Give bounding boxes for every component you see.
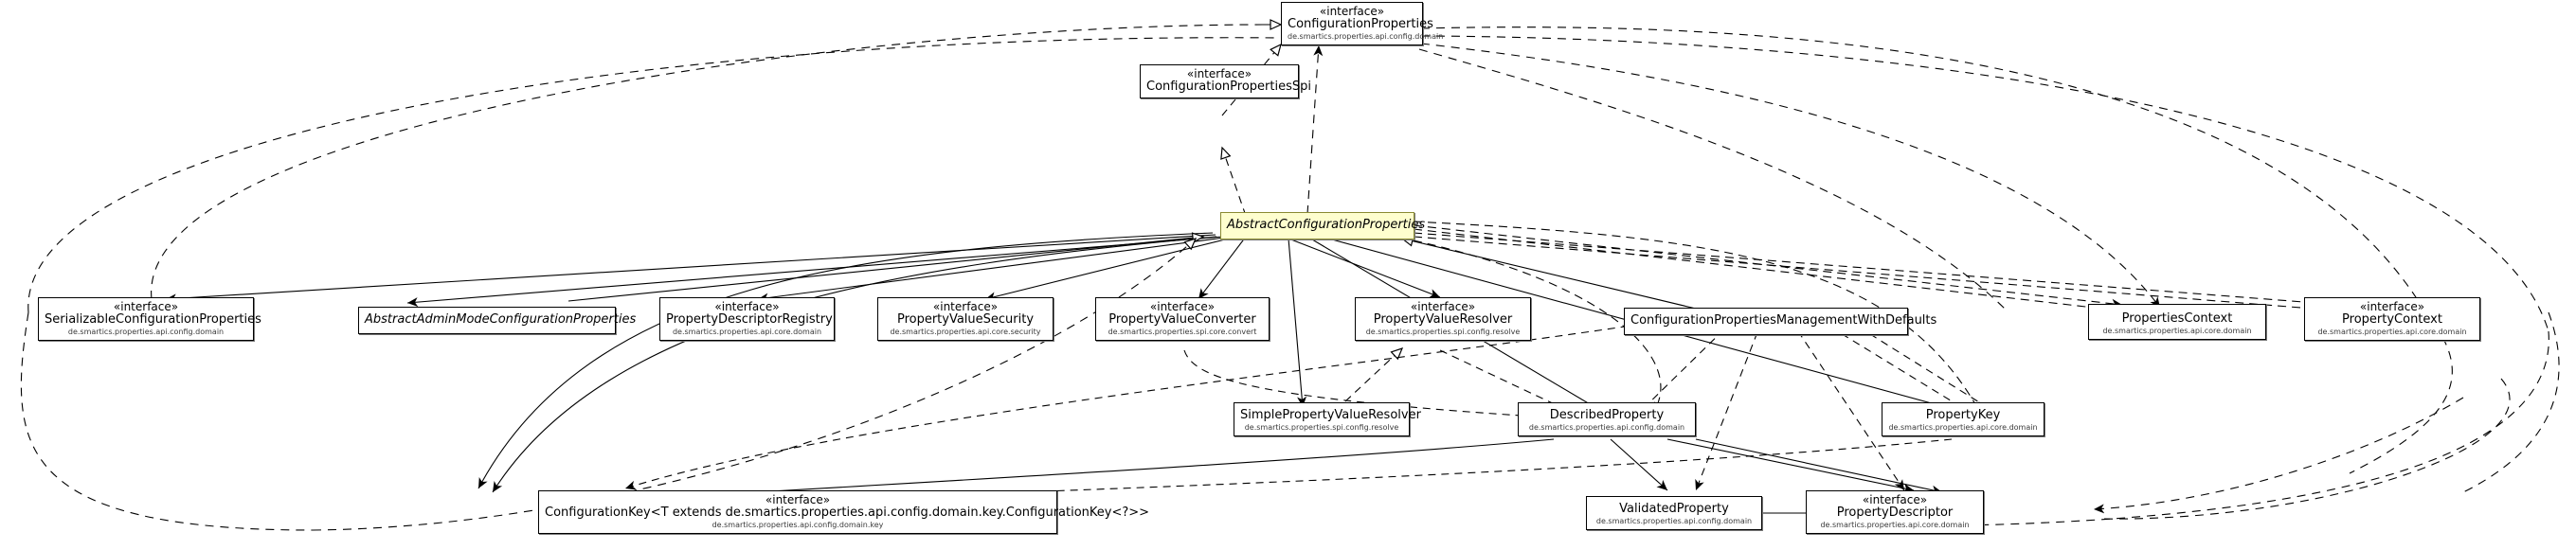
node-name: PropertyValueConverter <box>1108 312 1256 328</box>
node-property-descriptor-registry[interactable]: «interface» PropertyDescriptorRegistry d… <box>659 297 835 341</box>
node-described-property[interactable]: DescribedProperty de.smartics.properties… <box>1518 402 1696 436</box>
node-stereotype: «interface» <box>2359 300 2425 313</box>
node-package: de.smartics.properties.api.core.domain <box>2317 327 2467 336</box>
node-package: de.smartics.properties.api.core.domain <box>2102 326 2252 335</box>
node-configuration-properties[interactable]: «interface» ConfigurationProperties de.s… <box>1281 2 1444 45</box>
node-name: ConfigurationProperties <box>1288 17 1433 32</box>
node-name: SerializableConfigurationProperties <box>45 312 261 328</box>
node-configuration-properties-spi[interactable]: «interface» ConfigurationPropertiesSpi <box>1140 64 1311 98</box>
node-stereotype: «interface» <box>1186 67 1252 80</box>
node-name: PropertyContext <box>2342 312 2442 328</box>
node-simple-property-value-resolver[interactable]: SimplePropertyValueResolver de.smartics.… <box>1234 402 1421 436</box>
node-name: PropertiesContext <box>2121 311 2233 326</box>
node-stereotype: «interface» <box>932 300 999 313</box>
node-validated-property[interactable]: ValidatedProperty de.smartics.properties… <box>1586 496 1762 530</box>
node-stereotype: «interface» <box>113 300 179 313</box>
uml-class-diagram: «interface» ConfigurationProperties de.s… <box>0 0 2576 550</box>
node-stereotype: «interface» <box>714 300 780 313</box>
node-package: de.smartics.properties.spi.config.resolv… <box>1244 422 1399 432</box>
node-serializable-configuration-properties[interactable]: «interface» SerializableConfigurationPro… <box>38 297 261 341</box>
node-name: ConfigurationPropertiesManagementWithDef… <box>1630 313 1937 328</box>
node-package: de.smartics.properties.spi.config.resolv… <box>1365 327 1521 336</box>
node-name: PropertyValueSecurity <box>896 312 1035 328</box>
node-stereotype: «interface» <box>765 493 831 506</box>
node-property-value-converter[interactable]: «interface» PropertyValueConverter de.sm… <box>1095 297 1270 341</box>
node-property-key[interactable]: PropertyKey de.smartics.properties.api.c… <box>1882 402 2045 436</box>
node-abstract-configuration-properties[interactable]: AbstractConfigurationProperties <box>1220 212 1426 240</box>
node-package: de.smartics.properties.api.core.security <box>890 327 1041 336</box>
node-package: de.smartics.properties.api.config.domain <box>1595 516 1753 525</box>
node-properties-context[interactable]: PropertiesContext de.smartics.properties… <box>2088 304 2266 340</box>
node-property-descriptor[interactable]: «interface» PropertyDescriptor de.smarti… <box>1806 490 1984 534</box>
node-stereotype: «interface» <box>1410 300 1476 313</box>
node-name: ValidatedProperty <box>1619 502 1729 516</box>
node-stereotype: «interface» <box>1862 493 1928 506</box>
node-stereotype: «interface» <box>1149 300 1216 313</box>
node-configuration-key[interactable]: «interface» ConfigurationKey<T extends d… <box>538 490 1150 534</box>
node-name: ConfigurationPropertiesSpi <box>1146 80 1311 95</box>
node-name: SimplePropertyValueResolver <box>1240 408 1421 422</box>
edge-group-realization <box>20 19 2549 531</box>
node-configuration-properties-management-with-defaults[interactable]: ConfigurationPropertiesManagementWithDef… <box>1624 308 1937 335</box>
node-package: de.smartics.properties.api.core.domain <box>1888 422 2038 432</box>
node-property-context[interactable]: «interface» PropertyContext de.smartics.… <box>2304 297 2480 341</box>
node-name: PropertyValueResolver <box>1373 312 1513 328</box>
node-package: de.smartics.properties.api.config.domain <box>1288 31 1444 41</box>
node-property-value-security[interactable]: «interface» PropertyValueSecurity de.sma… <box>877 297 1054 341</box>
node-package: de.smartics.properties.api.core.domain <box>1820 520 1970 529</box>
edge-group-misc <box>312 232 2560 531</box>
node-name: AbstractConfigurationProperties <box>1227 218 1426 232</box>
node-package: de.smartics.properties.spi.core.convert <box>1108 327 1257 336</box>
node-package: de.smartics.properties.api.config.domain <box>67 327 225 336</box>
node-package: de.smartics.properties.api.config.domain <box>1528 422 1685 432</box>
node-package: de.smartics.properties.api.config.domain… <box>712 520 884 529</box>
node-package: de.smartics.properties.api.core.domain <box>672 327 822 336</box>
node-name: PropertyDescriptorRegistry <box>666 312 833 328</box>
node-name: PropertyDescriptor <box>1836 506 1954 521</box>
node-name: PropertyKey <box>1925 408 2001 422</box>
edge-group-abstract-out <box>165 221 2341 493</box>
node-name: AbstractAdminModeConfigurationProperties <box>365 312 637 327</box>
node-stereotype: «interface» <box>1319 5 1385 18</box>
node-property-value-resolver[interactable]: «interface» PropertyValueResolver de.sma… <box>1355 297 1531 341</box>
node-abstract-admin-mode-configuration-properties[interactable]: AbstractAdminModeConfigurationProperties <box>358 307 637 334</box>
node-name: DescribedProperty <box>1549 408 1665 422</box>
node-name: ConfigurationKey<T extends de.smartics.p… <box>545 506 1150 521</box>
